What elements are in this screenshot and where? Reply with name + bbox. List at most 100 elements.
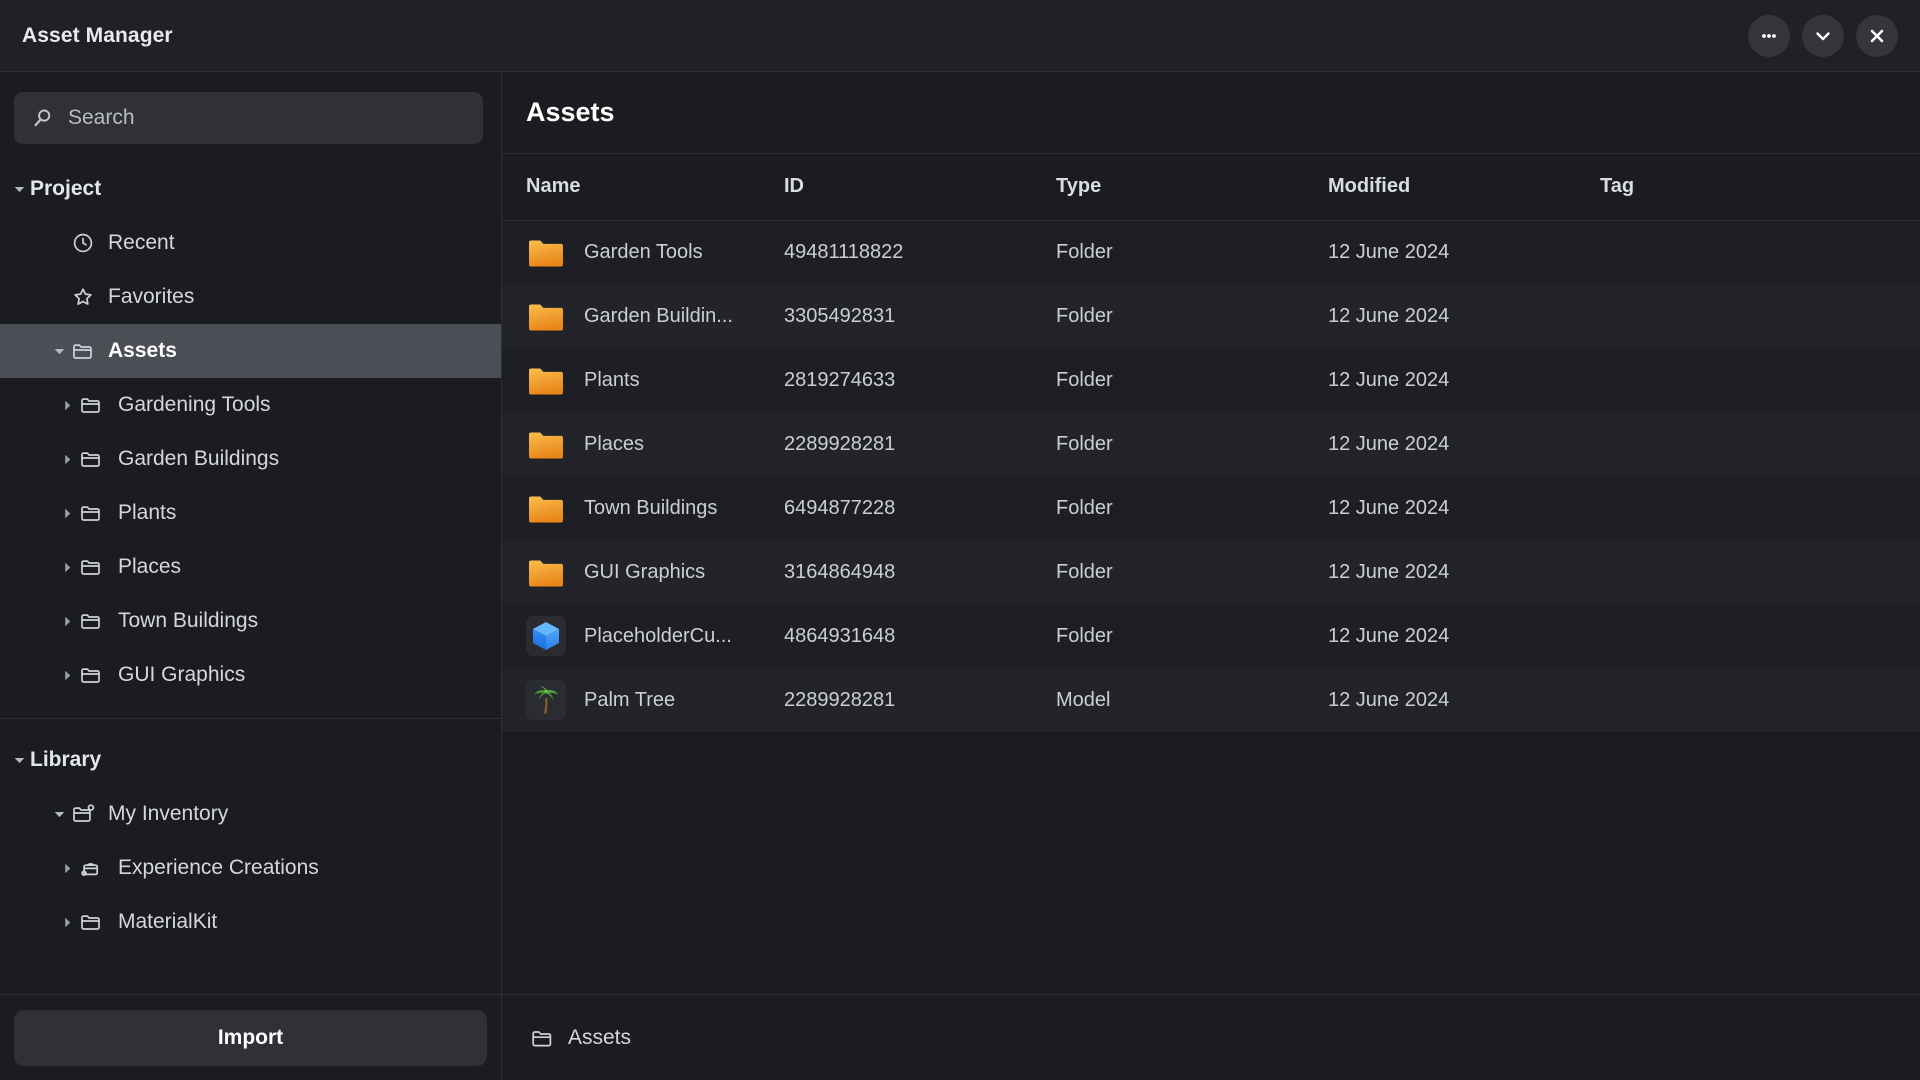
cell-type: Folder	[1056, 220, 1328, 284]
folder-icon	[81, 915, 100, 930]
window-title: Asset Manager	[22, 23, 173, 47]
cell-name: GUI Graphics	[502, 540, 784, 604]
table-row[interactable]: Garden Tools 49481118822 Folder 12 June 202…	[502, 220, 1920, 284]
cell-id: 2819274633	[784, 348, 1056, 412]
folder-icon	[81, 614, 100, 629]
search-input[interactable]: Search	[14, 92, 483, 144]
chevron-right-icon[interactable]	[56, 916, 78, 929]
breadcrumb: Assets	[502, 994, 1920, 1080]
chevron-down-icon[interactable]	[48, 808, 70, 821]
cell-tag	[1600, 284, 1920, 348]
folder-icon	[78, 663, 104, 687]
folder-badge-icon	[70, 802, 96, 826]
breadcrumb-label[interactable]: Assets	[568, 1026, 631, 1050]
cell-tag	[1600, 220, 1920, 284]
name-cell-content: Palm Tree	[526, 680, 784, 720]
search-area: Search	[0, 72, 501, 160]
table-row[interactable]: Places 2289928281 Folder 12 June 2024	[502, 412, 1920, 476]
sidebar-group-project[interactable]: Project	[0, 162, 501, 216]
column-header-id[interactable]: ID	[784, 154, 1056, 221]
cell-name: Places	[502, 412, 784, 476]
asset-manager-window: Asset Manager Search Project Recent Favo…	[0, 0, 1920, 1080]
collapse-button[interactable]	[1802, 14, 1844, 57]
table-row[interactable]: PlaceholderCu... 4864931648 Folder 12 June …	[502, 604, 1920, 668]
folder-icon	[70, 339, 96, 363]
sidebar-item-label: GUI Graphics	[118, 663, 246, 686]
sidebar-item-places[interactable]: Places	[0, 540, 501, 594]
chevron-down-icon[interactable]	[8, 183, 30, 196]
star-icon	[70, 285, 96, 309]
sidebar-group-library[interactable]: Library	[0, 733, 501, 787]
chevron-right-icon[interactable]	[56, 507, 78, 520]
sidebar-item-assets[interactable]: Assets	[0, 324, 501, 378]
sidebar-item-materialkit[interactable]: MaterialKit	[0, 895, 501, 949]
cell-tag	[1600, 412, 1920, 476]
table-row[interactable]: Garden Buildin... 3305492831 Folder 12 June…	[502, 284, 1920, 348]
sidebar-item-label: Recent	[108, 231, 175, 254]
cell-name: PlaceholderCu...	[502, 604, 784, 668]
sidebar-item-gui-graphics[interactable]: GUI Graphics	[0, 648, 501, 702]
asset-name: Garden Tools	[584, 240, 703, 263]
column-header-name[interactable]: Name	[502, 154, 784, 221]
chevron-right-icon[interactable]	[56, 669, 78, 682]
name-cell-content: PlaceholderCu...	[526, 616, 784, 656]
cell-modified: 12 June 2024	[1328, 284, 1600, 348]
more-options-button[interactable]	[1748, 14, 1790, 57]
column-header-tag[interactable]: Tag	[1600, 154, 1920, 221]
chevron-down-icon[interactable]	[8, 754, 30, 767]
chevron-right-icon[interactable]	[56, 399, 78, 412]
sidebar-group-label: Library	[30, 748, 102, 771]
sidebar-item-recent[interactable]: Recent	[0, 216, 501, 270]
sidebar-item-garden-buildings[interactable]: Garden Buildings	[0, 432, 501, 486]
folder-icon	[78, 447, 104, 471]
close-button[interactable]	[1856, 14, 1898, 57]
cell-id: 3164864948	[784, 540, 1056, 604]
clock-icon	[70, 231, 96, 255]
cell-name: Plants	[502, 348, 784, 412]
cell-type: Folder	[1056, 412, 1328, 476]
sidebar-item-my-inventory[interactable]: My Inventory	[0, 787, 501, 841]
sidebar-item-gardening-tools[interactable]: Gardening Tools	[0, 378, 501, 432]
sidebar-item-experience-creations[interactable]: Experience Creations	[0, 841, 501, 895]
folder-icon	[81, 668, 100, 683]
chevron-right-icon[interactable]	[56, 453, 78, 466]
column-header-type[interactable]: Type	[1056, 154, 1328, 221]
folder-orange-icon	[526, 552, 566, 592]
cell-modified: 12 June 2024	[1328, 412, 1600, 476]
table-row[interactable]: GUI Graphics 3164864948 Folder 12 June 2024	[502, 540, 1920, 604]
chevron-right-icon[interactable]	[56, 862, 78, 875]
sidebar-item-favorites[interactable]: Favorites	[0, 270, 501, 324]
table-row[interactable]: Town Buildings 6494877228 Folder 12 June 20…	[502, 476, 1920, 540]
sidebar-group-label: Project	[30, 177, 102, 200]
sidebar-item-plants[interactable]: Plants	[0, 486, 501, 540]
chevron-right-icon[interactable]	[56, 561, 78, 574]
folder-icon	[78, 501, 104, 525]
cell-name: Palm Tree	[502, 668, 784, 732]
clock-icon	[73, 233, 93, 253]
column-header-modified[interactable]: Modified	[1328, 154, 1600, 221]
asset-name: GUI Graphics	[584, 560, 706, 583]
cell-type: Folder	[1056, 604, 1328, 668]
chevron-down-icon[interactable]	[48, 345, 70, 358]
folder-orange-icon	[526, 296, 566, 336]
cell-type: Folder	[1056, 540, 1328, 604]
folder-orange-icon	[526, 360, 566, 400]
chevron-right-icon[interactable]	[56, 615, 78, 628]
cell-id: 4864931648	[784, 604, 1056, 668]
folder-orange-icon	[526, 424, 566, 464]
cell-tag	[1600, 668, 1920, 732]
folder-icon	[78, 609, 104, 633]
folder-icon	[78, 555, 104, 579]
cell-id: 2289928281	[784, 412, 1056, 476]
folder-icon	[81, 560, 100, 575]
import-button[interactable]: Import	[14, 1009, 487, 1066]
name-cell-content: Places	[526, 424, 784, 464]
blue-cube-icon	[526, 616, 566, 656]
sidebar-item-town-buildings[interactable]: Town Buildings	[0, 594, 501, 648]
cell-tag	[1600, 476, 1920, 540]
cell-name: Garden Buildin...	[502, 284, 784, 348]
sidebar-item-label: Garden Buildings	[118, 447, 280, 470]
table-row[interactable]: Plants 2819274633 Folder 12 June 2024	[502, 348, 1920, 412]
table-row[interactable]: Palm Tree 2289928281 Model 12 June 2024	[502, 668, 1920, 732]
folder-orange-icon	[526, 488, 566, 528]
